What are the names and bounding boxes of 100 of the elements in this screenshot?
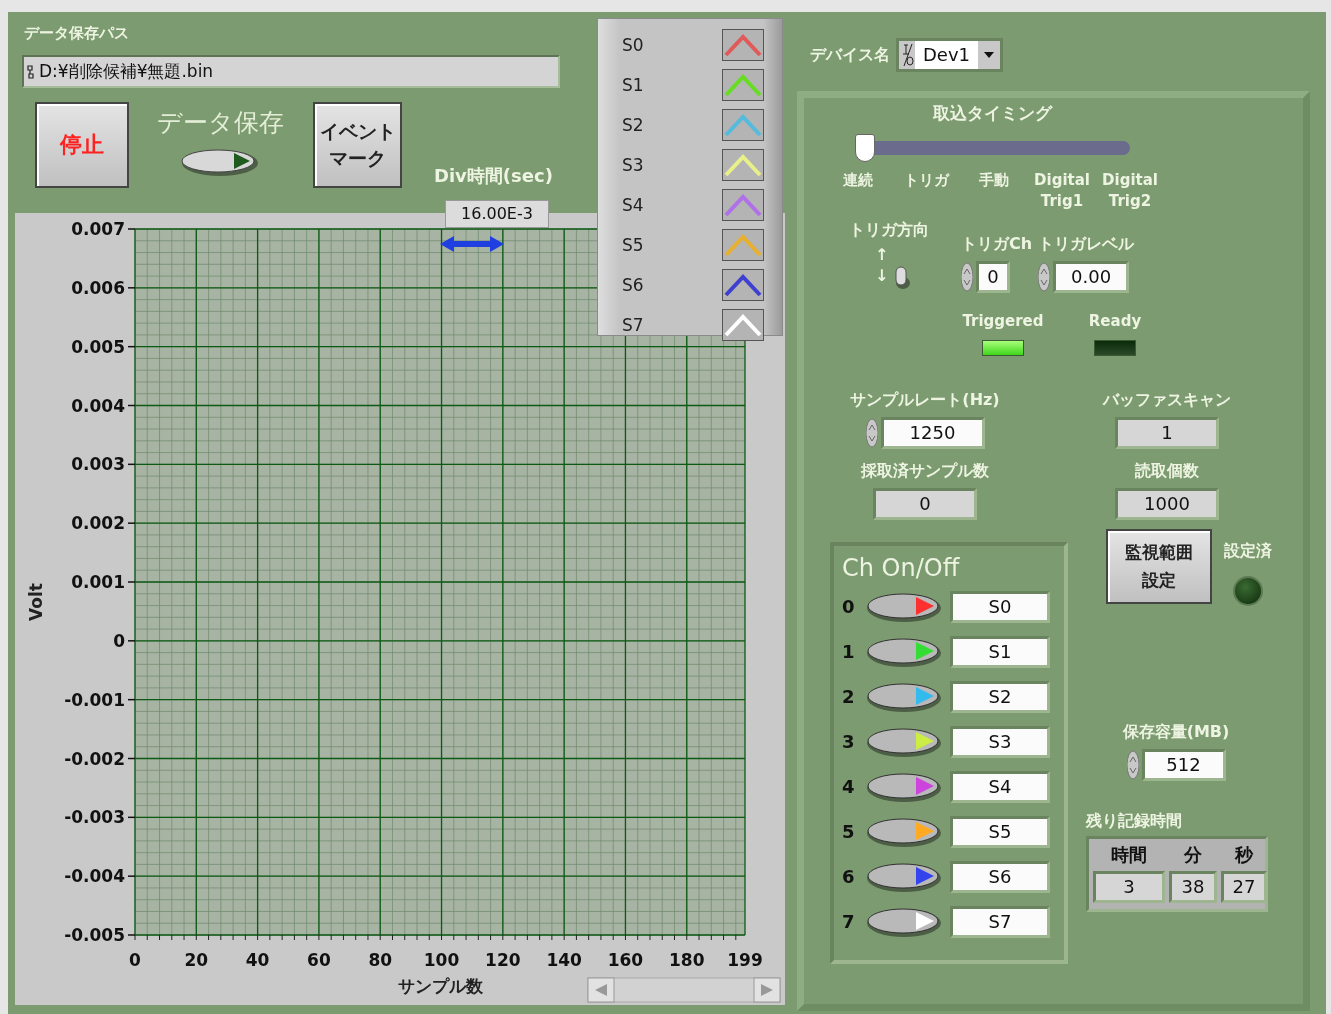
channel-index: 6 <box>842 866 856 887</box>
x-tick-label: 199 <box>727 950 763 970</box>
div-time-label: Div時間(sec) <box>434 164 553 188</box>
cursor-arrow-icon[interactable] <box>440 236 504 252</box>
configured-label: 設定済 <box>1224 541 1272 562</box>
time-indicator: 27 <box>1221 871 1267 903</box>
toggle-switch[interactable] <box>866 635 942 668</box>
trigger-channel-label: トリガCh <box>961 234 1033 255</box>
y-tick-label: -0.005 <box>64 925 125 945</box>
capacity-label: 保存容量(MB) <box>1122 722 1230 743</box>
channel-index: 7 <box>842 911 856 932</box>
toggle-switch[interactable] <box>180 147 260 177</box>
toggle-switch[interactable] <box>866 860 942 893</box>
slider-thumb[interactable] <box>855 134 875 162</box>
x-tick-label: 140 <box>546 950 582 970</box>
spinner-icon[interactable] <box>865 418 878 448</box>
spinner-icon[interactable] <box>961 262 973 292</box>
slider-option-label: Digital Trig1 <box>1033 170 1091 212</box>
channel-name-field[interactable]: S2 <box>950 680 1050 713</box>
capacity-field[interactable]: 512 <box>1141 749 1226 781</box>
line-style-swatch[interactable] <box>722 69 764 101</box>
monitor-range-button[interactable]: 監視範囲設定 <box>1106 529 1212 604</box>
y-tick-label: -0.001 <box>64 689 125 710</box>
trigger-direction-label: トリガ方向 <box>849 220 930 241</box>
numeric-indicator: 1000 <box>1115 488 1219 520</box>
slider[interactable] <box>855 134 1130 162</box>
trigger-level-label: トリガレベル <box>1038 234 1135 255</box>
cluster-title: Ch On/Off <box>842 554 961 582</box>
path-field[interactable]: D:¥削除候補¥無題.bin <box>22 55 560 88</box>
x-axis-title: サンプル数 <box>397 976 483 996</box>
slider-option-label: 手動 <box>978 170 1010 191</box>
channel-name-field[interactable]: S6 <box>950 860 1050 893</box>
channel-name-field[interactable]: S0 <box>950 590 1050 623</box>
legend-label: S1 <box>621 75 645 95</box>
data-save-label: データ保存 <box>156 107 284 139</box>
y-tick-label: 0.007 <box>71 219 125 239</box>
line-style-swatch[interactable] <box>722 309 764 341</box>
channel-index: 1 <box>842 641 856 662</box>
path-icon <box>27 64 35 79</box>
x-tick-label: 0 <box>129 950 141 970</box>
line-style-swatch[interactable] <box>722 149 764 181</box>
timing-label: 取込タイミング <box>931 102 1054 125</box>
remaining-time-label: 残り記録時間 <box>1086 811 1183 832</box>
event-mark-button[interactable]: イベントマーク <box>313 102 402 188</box>
toggle-switch[interactable] <box>866 770 942 803</box>
line-style-swatch[interactable] <box>722 269 764 301</box>
up-arrow-label: ↑ <box>875 245 889 266</box>
line-style-swatch[interactable] <box>722 29 764 61</box>
channel-index: 5 <box>842 821 856 842</box>
numeric-field[interactable]: 1250 <box>880 417 985 449</box>
numeric-indicator: 1 <box>1115 417 1219 449</box>
channel-name-field[interactable]: S1 <box>950 635 1050 668</box>
device-name-label: デバイス名 <box>810 44 890 66</box>
numeric-indicator: 0 <box>873 488 977 520</box>
led-label: Triggered <box>962 312 1044 330</box>
channel-name-field[interactable]: S7 <box>950 905 1050 938</box>
trigger-level-field[interactable]: 0.00 <box>1053 261 1130 293</box>
device-dropdown[interactable]: Dev1 <box>896 38 1004 72</box>
channel-name-field[interactable]: S5 <box>950 815 1050 848</box>
column-label: 秒 <box>1234 843 1254 867</box>
time-indicator: 38 <box>1169 871 1217 903</box>
numeric-label: バッファスキャン <box>1103 390 1231 411</box>
toggle-switch[interactable] <box>866 725 942 758</box>
line-style-swatch[interactable] <box>722 229 764 261</box>
dropdown-caret-icon <box>984 52 995 58</box>
channel-name-field[interactable]: S4 <box>950 770 1050 803</box>
toggle-switch[interactable] <box>866 680 942 713</box>
numeric-label: 採取済サンプル数 <box>861 461 989 482</box>
x-tick-label: 60 <box>307 950 331 970</box>
trigger-channel-field[interactable]: 0 <box>976 261 1010 293</box>
legend-label: S0 <box>621 35 645 55</box>
column-label: 時間 <box>1110 843 1148 867</box>
time-indicator: 3 <box>1093 871 1165 903</box>
channel-index: 3 <box>842 731 856 752</box>
y-tick-label: -0.002 <box>64 748 125 769</box>
spinner-icon[interactable] <box>1038 262 1051 292</box>
down-arrow-label: ↓ <box>875 265 889 287</box>
channel-name-field[interactable]: S3 <box>950 725 1050 758</box>
legend-label: S4 <box>621 195 645 215</box>
line-style-swatch[interactable] <box>722 109 764 141</box>
numeric-label: サンプルレート(Hz) <box>850 390 1000 411</box>
legend-label: S2 <box>621 115 645 135</box>
x-tick-label: 160 <box>607 950 644 970</box>
toggle-switch[interactable] <box>866 905 942 938</box>
slider-option-label: 連続 <box>842 170 874 191</box>
x-tick-label: 40 <box>245 950 270 970</box>
spinner-icon[interactable] <box>1126 750 1139 780</box>
y-tick-label: -0.004 <box>64 866 125 887</box>
channel-index: 0 <box>842 596 856 617</box>
io-icon <box>901 42 915 68</box>
toggle-switch[interactable] <box>866 815 942 848</box>
y-tick-label: 0.003 <box>71 454 125 475</box>
line-style-swatch[interactable] <box>722 189 764 221</box>
legend-label: S6 <box>621 275 645 295</box>
toggle-switch[interactable] <box>866 590 942 623</box>
div-time-value: 16.00E-3 <box>445 200 549 228</box>
channel-index: 4 <box>842 776 856 797</box>
y-tick-label: 0.002 <box>71 513 125 534</box>
horizontal-scrollbar[interactable] <box>587 977 781 1003</box>
slider-option-label: トリガ <box>902 170 951 191</box>
